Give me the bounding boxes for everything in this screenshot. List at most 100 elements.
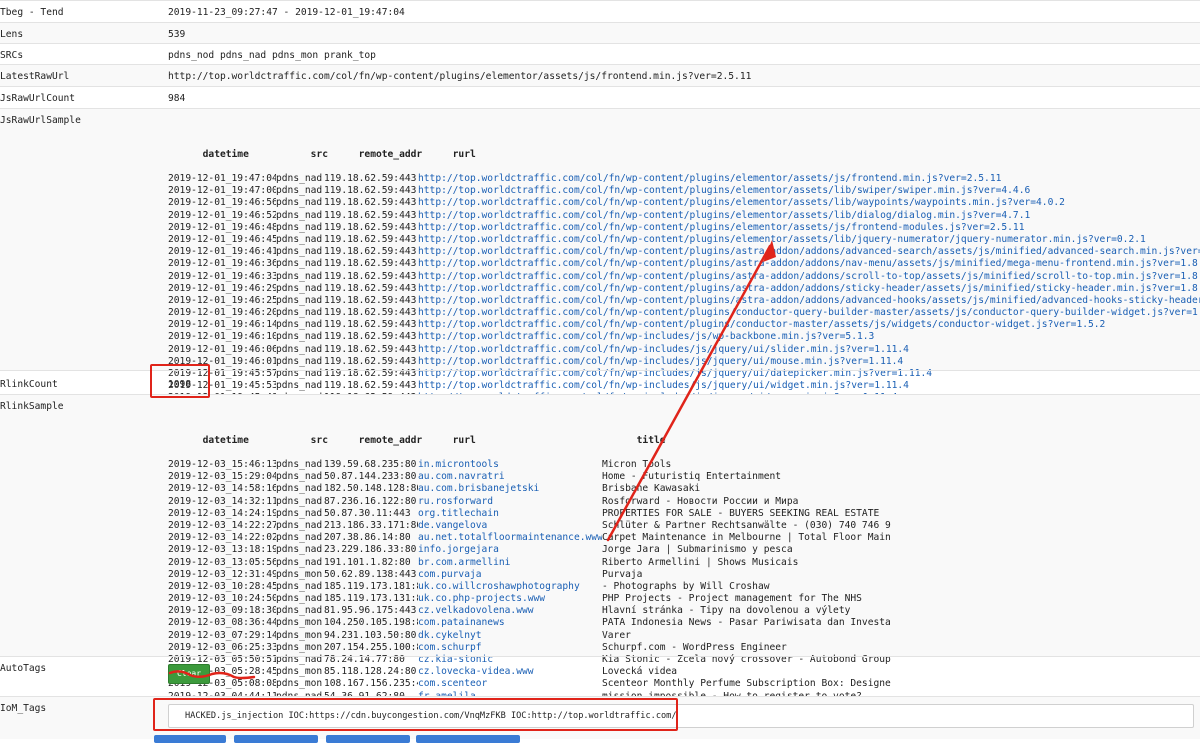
- cell-remote-addr: 119.18.62.59:443: [324, 246, 417, 258]
- cell-rurl[interactable]: au.com.brisbanejetski: [418, 483, 602, 495]
- cell-datetime: 2019-12-03_12:31:49: [168, 568, 276, 580]
- table-row: 2019-12-01_19:46:29pdns_nad 119.18.62.59:…: [168, 283, 1200, 295]
- cell-rurl[interactable]: au.com.navratri: [418, 471, 602, 483]
- cell-src: pdns_mon: [276, 617, 323, 629]
- cell-datetime: 2019-12-03_14:22:02: [168, 532, 276, 544]
- cell-rurl[interactable]: http://top.worldctraffic.com/col/fn/wp-c…: [418, 197, 1065, 209]
- cell-datetime: 2019-12-03_13:18:19: [168, 544, 276, 556]
- cell-rurl[interactable]: http://top.worldctraffic.com/col/fn/wp-c…: [418, 283, 1200, 295]
- cell-src: pdns_nad: [276, 233, 323, 245]
- cell-remote-addr: 50.62.89.138:443: [324, 568, 417, 580]
- cell-remote-addr: 119.18.62.59:443: [324, 282, 417, 294]
- cell-src: pdns_nad: [276, 294, 323, 306]
- cell-datetime: 2019-12-03_09:18:30: [168, 605, 276, 617]
- cell-datetime: 2019-12-01_19:46:20: [168, 307, 276, 319]
- cell-src: pdns_nad: [276, 209, 323, 221]
- cell-datetime: 2019-12-03_14:22:27: [168, 519, 276, 531]
- cell-rurl[interactable]: http://top.worldctraffic.com/col/fn/wp-c…: [418, 234, 1146, 246]
- cell-rurl[interactable]: http://top.worldctraffic.com/col/fn/wp-i…: [418, 344, 909, 356]
- action-button[interactable]: [154, 735, 226, 743]
- cell-rurl[interactable]: de.vangelova: [418, 520, 602, 532]
- field-label: IoM_Tags: [0, 703, 47, 714]
- cell-datetime: 2019-12-03_13:05:56: [168, 556, 276, 568]
- cell-datetime: 2019-12-03_07:29:14: [168, 629, 276, 641]
- table-header: datetime src remote_addr rurl: [168, 136, 1200, 160]
- row-srcs: SRCs pdns_nod pdns_nad pdns_mon prank_to…: [0, 43, 1200, 64]
- cell-rurl[interactable]: info.jorgejara: [418, 544, 602, 556]
- cell-src: pdns_nad: [276, 495, 323, 507]
- cell-rurl[interactable]: http://top.worldctraffic.com/col/fn/wp-c…: [418, 271, 1200, 283]
- column-header: src: [310, 434, 328, 446]
- cell-src: pdns_nad: [276, 580, 323, 592]
- cell-src: pdns_nad: [276, 556, 323, 568]
- cell-remote-addr: 185.119.173.131:80: [324, 593, 418, 605]
- table-row: 2019-12-01_19:46:48pdns_nad 119.18.62.59:…: [168, 222, 1200, 234]
- action-button[interactable]: [234, 735, 318, 743]
- action-button[interactable]: [416, 735, 520, 743]
- table-row: 2019-12-03_14:58:16pdns_nad 182.50.148.12…: [168, 483, 942, 495]
- cell-rurl[interactable]: dk.cykelnyt: [418, 630, 602, 642]
- cell-remote-addr: 50.87.144.233:80: [324, 471, 417, 483]
- action-button[interactable]: [326, 735, 410, 743]
- cell-remote-addr: 207.38.86.14:80: [324, 532, 411, 544]
- cell-datetime: 2019-12-01_19:46:56: [168, 197, 276, 209]
- cell-src: pdns_nad: [276, 343, 323, 355]
- cell-datetime: 2019-12-03_15:46:13: [168, 459, 276, 470]
- cell-rurl[interactable]: http://top.worldctraffic.com/col/fn/wp-c…: [418, 222, 1024, 234]
- highlight-box-iom-tags: [153, 698, 678, 731]
- cell-rurl[interactable]: http://top.worldctraffic.com/col/fn/wp-c…: [418, 307, 1200, 319]
- cell-rurl[interactable]: ru.rosforward: [418, 496, 602, 508]
- cell-rurl[interactable]: in.microntools: [418, 459, 602, 471]
- table-row: 2019-12-01_19:47:04pdns_nad 119.18.62.59:…: [168, 173, 1200, 185]
- field-value: 2019-11-23_09:27:47 - 2019-12-01_19:47:0…: [168, 7, 405, 18]
- cell-rurl[interactable]: uk.co.willcroshawphotography: [418, 581, 602, 593]
- cell-src: pdns_nad: [276, 246, 323, 258]
- cell-title: Purvaja: [602, 568, 643, 580]
- table-row: 2019-12-01_19:46:41pdns_nad 119.18.62.59:…: [168, 246, 1200, 258]
- cell-rurl[interactable]: http://top.worldctraffic.com/col/fn/wp-c…: [418, 173, 1001, 185]
- cell-datetime: 2019-12-03_08:36:44: [168, 617, 276, 629]
- cell-rurl[interactable]: http://top.worldctraffic.com/col/fn/wp-c…: [418, 319, 1105, 331]
- cell-datetime: 2019-12-01_19:47:00: [168, 185, 276, 197]
- field-label: LatestRawUrl: [0, 71, 70, 82]
- table-row: 2019-12-03_13:05:56pdns_nad 191.101.1.82:…: [168, 557, 942, 569]
- cell-remote-addr: 119.18.62.59:443: [324, 233, 417, 245]
- table-row: 2019-12-01_19:46:01pdns_nad 119.18.62.59:…: [168, 356, 1200, 368]
- cell-title: Micron Tools: [602, 459, 672, 470]
- cell-rurl[interactable]: org.titlechain: [418, 508, 602, 520]
- cell-rurl[interactable]: http://top.worldctraffic.com/col/fn/wp-c…: [418, 210, 1030, 222]
- cell-src: pdns_nad: [276, 185, 323, 197]
- cell-rurl[interactable]: com.schurpf: [418, 642, 602, 654]
- cell-remote-addr: 119.18.62.59:443: [324, 270, 417, 282]
- clear-button[interactable]: Clear: [168, 664, 210, 684]
- table-row: 2019-12-01_19:46:06pdns_nad 119.18.62.59:…: [168, 344, 1200, 356]
- cell-rurl[interactable]: http://top.worldctraffic.com/col/fn/wp-i…: [418, 356, 903, 368]
- cell-rurl[interactable]: cz.velkadovolena.www: [418, 605, 602, 617]
- table-row: 2019-12-03_06:25:33pdns_mon 207.154.255.1…: [168, 642, 942, 654]
- cell-rurl[interactable]: http://top.worldctraffic.com/col/fn/wp-c…: [418, 246, 1200, 258]
- cell-rurl[interactable]: http://top.worldctraffic.com/col/fn/wp-c…: [418, 295, 1200, 307]
- cell-src: pdns_nad: [276, 483, 323, 495]
- cell-rurl[interactable]: http://top.worldctraffic.com/col/fn/wp-c…: [418, 185, 1030, 197]
- cell-src: pdns_nad: [276, 197, 323, 209]
- table-row: 2019-12-03_15:29:04pdns_nad 50.87.144.233…: [168, 471, 942, 483]
- cell-rurl[interactable]: com.patainanews: [418, 617, 602, 629]
- cell-rurl[interactable]: http://top.worldctraffic.com/col/fn/wp-i…: [418, 331, 874, 343]
- cell-datetime: 2019-12-01_19:46:45: [168, 233, 276, 245]
- cell-src: pdns_nad: [276, 519, 323, 531]
- cell-rurl[interactable]: au.net.totalfloormaintenance.www: [418, 532, 602, 544]
- cell-rurl[interactable]: br.com.armellini: [418, 557, 602, 569]
- cell-remote-addr: 119.18.62.59:443: [324, 173, 417, 184]
- cell-rurl[interactable]: http://top.worldctraffic.com/col/fn/wp-c…: [418, 258, 1200, 270]
- cell-remote-addr: 23.229.186.33:80: [324, 544, 417, 556]
- cell-rurl[interactable]: com.purvaja: [418, 569, 602, 581]
- cell-src: pdns_nad: [276, 221, 323, 233]
- cell-title: Varer: [602, 629, 631, 641]
- cell-remote-addr: 119.18.62.59:443: [324, 221, 417, 233]
- cell-src: pdns_nad: [276, 270, 323, 282]
- row-lens: Lens 539: [0, 22, 1200, 43]
- field-value: http://top.worldctraffic.com/col/fn/wp-c…: [168, 71, 752, 82]
- cell-remote-addr: 185.119.173.181:80: [324, 580, 418, 592]
- cell-rurl[interactable]: uk.co.php-projects.www: [418, 593, 602, 605]
- column-header: rurl: [452, 148, 476, 160]
